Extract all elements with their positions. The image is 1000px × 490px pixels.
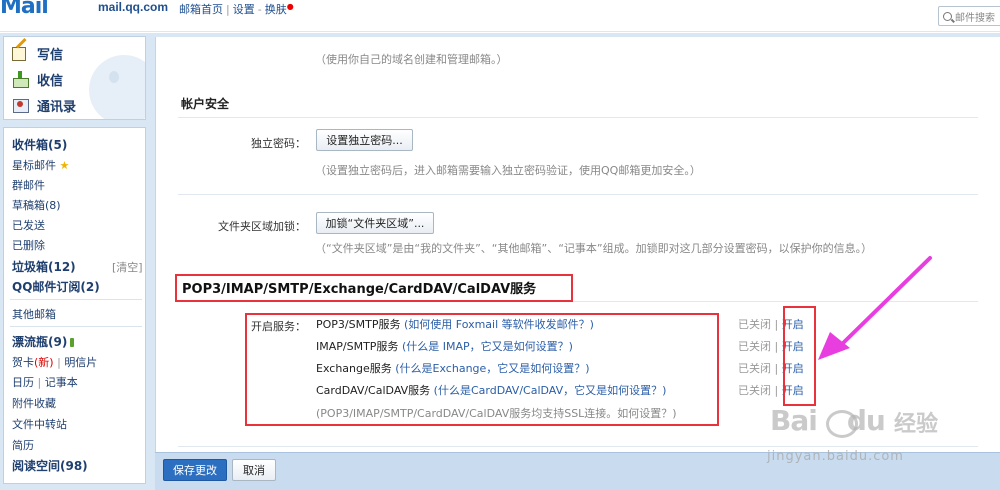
set-independent-password-button[interactable]: 设置独立密码... [316,129,413,151]
inbox-icon [11,71,29,88]
sidebar-item-transfer[interactable]: 文件中转站 [12,416,67,432]
sidebar-item-group[interactable]: 群邮件 [12,177,45,193]
sidebar-item-resume[interactable]: 简历 [12,437,34,453]
annotation-arrow-icon [818,256,932,360]
compose-button[interactable]: 写信 [11,43,63,63]
folder-list: 收件箱(5) 星标邮件 ★ 群邮件 草稿箱(8) 已发送 已删除 垃圾箱(12)… [3,127,146,484]
nav-settings-link[interactable]: 设置 [233,3,255,16]
cancel-button[interactable]: 取消 [232,459,276,481]
save-changes-button[interactable]: 保存更改 [163,459,227,481]
baidu-jingyan-watermark: Bai du 经验 jingyan.baidu.com [767,404,980,474]
new-dot-icon: ● [286,2,294,11]
jingyan-url: jingyan.baidu.com [767,449,904,464]
divider [178,117,978,118]
sidebar-item-postcard[interactable]: 明信片 [64,356,97,369]
clear-spam-link[interactable]: [清空] [112,259,143,275]
quick-actions: 写信 收信 通讯录 [3,36,146,120]
sidebar-item-calendar[interactable]: 日历 | 记事本 [12,374,78,390]
top-nav: 邮箱首页 | 设置 - 换肤● [179,2,294,16]
sidebar-item-drafts[interactable]: 草稿箱(8) [12,197,61,213]
sidebar-item-starred[interactable]: 星标邮件 ★ [12,157,69,173]
search-icon [943,11,952,21]
annotation-title-box [175,274,573,302]
sidebar-item-deleted[interactable]: 已删除 [12,237,45,253]
contacts-icon [11,97,29,113]
sidebar-item-inbox[interactable]: 收件箱(5) [12,136,67,153]
baidu-paw-icon [826,410,858,438]
bottle-icon [70,338,75,347]
independent-password-label: 独立密码： [251,137,306,150]
sidebar-item-drift[interactable]: 漂流瓶(9) [12,333,75,350]
sidebar-item-subscriptions[interactable]: QQ邮件订阅(2) [12,278,100,295]
folder-lock-note: （“文件夹区域”是由“我的文件夹”、“其他邮箱”、“记事本”组成。加锁即对这几部… [315,242,873,255]
divider [10,299,142,300]
annotation-services-box [245,313,719,426]
divider [178,194,978,195]
sidebar-item-reading[interactable]: 阅读空间(98) [12,457,88,474]
divider [10,326,142,327]
domain-note: （使用你自己的域名创建和管理邮箱。） [315,53,508,66]
sidebar-item-spam[interactable]: 垃圾箱(12) [12,258,76,275]
sidebar-item-sent[interactable]: 已发送 [12,217,45,233]
search-input[interactable]: 邮件搜索 [938,6,1000,26]
sidebar-item-attachments[interactable]: 附件收藏 [12,395,56,411]
lock-folder-area-button[interactable]: 加锁“文件夹区域”... [316,212,434,234]
qq-mail-logo[interactable]: Mail [0,0,96,19]
penguin-watermark-icon [89,55,145,119]
folder-lock-label: 文件夹区域加锁： [218,220,306,233]
account-security-title: 帐户安全 [181,97,230,111]
nav-home-link[interactable]: 邮箱首页 [179,3,223,16]
write-icon [11,45,29,61]
independent-password-note: （设置独立密码后，进入邮箱需要输入独立密码验证，使用QQ邮箱更加安全。） [315,164,701,177]
sidebar-item-card[interactable]: 贺卡(新) | 明信片 [12,354,97,370]
top-bar: Mail mail.qq.com 邮箱首页 | 设置 - 换肤● 邮件搜索 [0,0,1000,32]
sidebar-item-other[interactable]: 其他邮箱 [12,306,56,322]
receive-button[interactable]: 收信 [11,69,63,89]
star-icon: ★ [59,159,70,172]
logo-domain: mail.qq.com [98,0,169,14]
nav-skin-link[interactable]: 换肤 [265,3,287,16]
jingyan-text: 经验 [894,412,939,437]
sidebar-item-notes[interactable]: 记事本 [45,376,78,389]
contacts-button[interactable]: 通讯录 [11,95,76,115]
